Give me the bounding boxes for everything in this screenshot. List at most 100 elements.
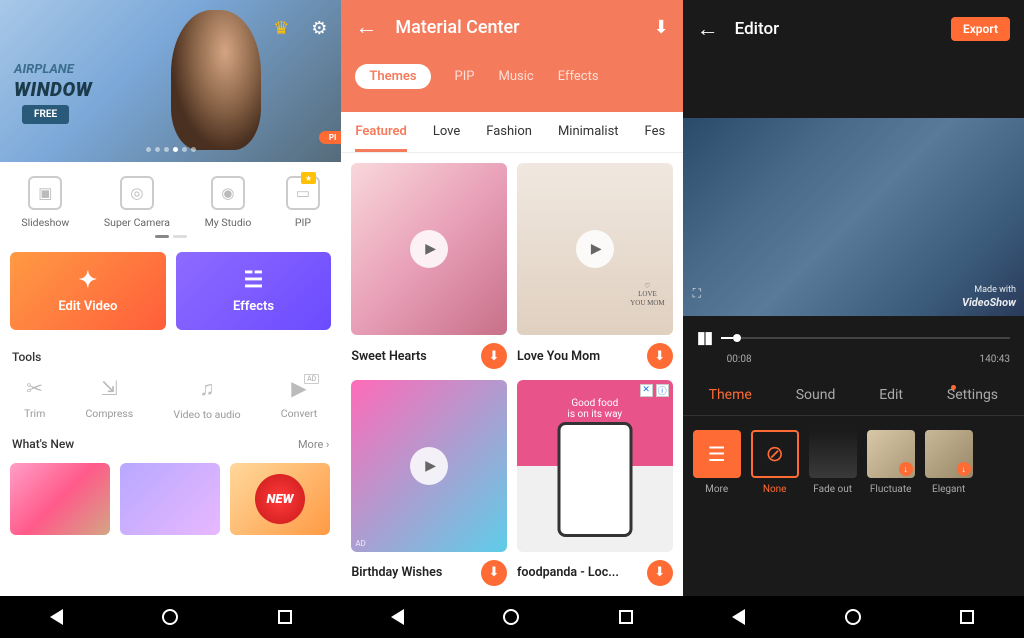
page-indicator bbox=[0, 235, 341, 246]
nav-recent-icon[interactable] bbox=[619, 610, 633, 624]
crown-icon[interactable]: ♛ bbox=[273, 18, 289, 39]
wand-icon: ✦ bbox=[79, 268, 97, 293]
theme-label: Fluctuate bbox=[870, 484, 912, 495]
ad-text: Good foodis on its way bbox=[517, 398, 673, 420]
subtab-fashion[interactable]: Fashion bbox=[486, 124, 532, 152]
nav-home-icon[interactable] bbox=[162, 609, 178, 625]
super-camera-button[interactable]: ◎ Super Camera bbox=[104, 176, 170, 229]
effects-icon: ☱ bbox=[244, 268, 264, 293]
ad-close-icons[interactable]: ✕ⓘ bbox=[640, 384, 669, 397]
download-button[interactable]: ⬇ bbox=[647, 343, 673, 369]
theme-label: Elegant bbox=[932, 484, 965, 495]
back-arrow-icon[interactable]: ← bbox=[355, 14, 377, 40]
card-name: Birthday Wishes bbox=[351, 565, 442, 580]
slideshow-icon: ▣ bbox=[28, 176, 62, 210]
edit-video-label: Edit Video bbox=[58, 299, 117, 314]
theme-fadeout-button[interactable]: Fade out bbox=[809, 430, 857, 495]
theme-card-birthday[interactable]: AD Birthday Wishes ⬇ bbox=[351, 380, 507, 587]
theme-label: None bbox=[763, 484, 787, 495]
theme-card-love-you-mom[interactable]: ♡LOVEYOU MOM Love You Mom ⬇ bbox=[517, 163, 673, 370]
hero-title-1: AIRPLANE bbox=[14, 62, 74, 77]
editor-tab-sound[interactable]: Sound bbox=[796, 387, 836, 403]
subtab-minimalist[interactable]: Minimalist bbox=[558, 124, 619, 152]
back-arrow-icon[interactable]: ← bbox=[697, 16, 719, 42]
android-navbar bbox=[0, 596, 341, 638]
camera-label: Super Camera bbox=[104, 216, 170, 229]
tab-themes[interactable]: Themes bbox=[355, 64, 430, 89]
nav-home-icon[interactable] bbox=[845, 609, 861, 625]
subtab-fes[interactable]: Fes bbox=[645, 124, 666, 152]
carousel-dots bbox=[146, 147, 196, 152]
more-link[interactable]: More › bbox=[298, 438, 329, 451]
editor-tab-theme[interactable]: Theme bbox=[709, 387, 752, 403]
nav-recent-icon[interactable] bbox=[278, 610, 292, 624]
time-current: 00:08 bbox=[727, 354, 752, 365]
export-button[interactable]: Export bbox=[951, 17, 1010, 41]
editor-tab-edit[interactable]: Edit bbox=[879, 387, 903, 403]
nav-recent-icon[interactable] bbox=[960, 610, 974, 624]
settings-icon[interactable]: ⚙ bbox=[311, 18, 327, 39]
download-button[interactable]: ⬇ bbox=[481, 560, 507, 586]
theme-label: Fade out bbox=[813, 484, 852, 495]
whats-new-card-1[interactable] bbox=[10, 463, 110, 535]
download-button[interactable]: ⬇ bbox=[481, 343, 507, 369]
timeline-scrubber[interactable] bbox=[721, 337, 1010, 339]
nav-back-icon[interactable] bbox=[732, 609, 745, 625]
pip-button[interactable]: ★ ▭ PIP bbox=[286, 176, 320, 229]
android-navbar bbox=[683, 596, 1024, 638]
notification-dot-icon bbox=[951, 385, 956, 390]
pip-label: PIP bbox=[295, 216, 311, 229]
play-icon[interactable] bbox=[410, 447, 448, 485]
slideshow-button[interactable]: ▣ Slideshow bbox=[21, 176, 69, 229]
download-overlay-icon: ↓ bbox=[899, 462, 913, 476]
nav-back-icon[interactable] bbox=[50, 609, 63, 625]
my-studio-button[interactable]: ◉ My Studio bbox=[205, 176, 252, 229]
play-icon[interactable] bbox=[576, 230, 614, 268]
effects-button[interactable]: ☱ Effects bbox=[176, 252, 332, 330]
subtab-featured[interactable]: Featured bbox=[355, 124, 407, 152]
nav-home-icon[interactable] bbox=[503, 609, 519, 625]
theme-label: More bbox=[705, 484, 728, 495]
theme-fluctuate-button[interactable]: ↓ Fluctuate bbox=[867, 430, 915, 495]
tab-pip[interactable]: PIP bbox=[455, 69, 475, 84]
nav-back-icon[interactable] bbox=[391, 609, 404, 625]
subtab-love[interactable]: Love bbox=[433, 124, 460, 152]
download-button[interactable]: ⬇ bbox=[647, 560, 673, 586]
theme-card-sweet-hearts[interactable]: Sweet Hearts ⬇ bbox=[351, 163, 507, 370]
tab-music[interactable]: Music bbox=[499, 69, 534, 84]
whats-new-card-2[interactable] bbox=[120, 463, 220, 535]
edit-video-button[interactable]: ✦ Edit Video bbox=[10, 252, 166, 330]
tab-effects[interactable]: Effects bbox=[558, 69, 599, 84]
theme-none-button[interactable]: ⊘ None bbox=[751, 430, 799, 495]
trim-button[interactable]: ✂ Trim bbox=[24, 376, 45, 421]
theme-thumb bbox=[809, 430, 857, 478]
compress-button[interactable]: ⇲ Compress bbox=[85, 376, 133, 421]
hero-banner[interactable]: AIRPLANE WINDOW FREE ♛ ⚙ PI bbox=[0, 0, 341, 162]
compress-label: Compress bbox=[85, 407, 133, 420]
ad-badge: AD bbox=[304, 374, 319, 384]
pause-button[interactable]: ▮▮ bbox=[697, 328, 712, 348]
convert-button[interactable]: AD ▶ Convert bbox=[281, 376, 317, 421]
theme-more-button[interactable]: ☰ More bbox=[693, 430, 741, 495]
pip-new-badge: PI bbox=[319, 131, 342, 144]
store-icon: ☰ bbox=[693, 430, 741, 478]
whats-new-card-3[interactable]: NEW bbox=[230, 463, 330, 535]
free-badge: FREE bbox=[22, 105, 69, 124]
trim-label: Trim bbox=[24, 407, 45, 420]
video-preview[interactable]: ⛶ Made with VideoShow bbox=[683, 118, 1024, 316]
effects-label: Effects bbox=[233, 299, 274, 314]
theme-thumb: ↓ bbox=[867, 430, 915, 478]
video-to-audio-button[interactable]: ♫ Video to audio bbox=[173, 376, 240, 421]
camera-icon: ◎ bbox=[120, 176, 154, 210]
download-all-icon[interactable]: ⬇ bbox=[654, 17, 669, 38]
play-icon[interactable] bbox=[410, 230, 448, 268]
star-badge-icon: ★ bbox=[301, 172, 316, 184]
new-badge: NEW bbox=[255, 474, 305, 524]
watermark: Made with VideoShow bbox=[962, 285, 1016, 310]
fullscreen-icon[interactable]: ⛶ bbox=[693, 286, 713, 306]
action-row: ▣ Slideshow ◎ Super Camera ◉ My Studio ★… bbox=[0, 162, 341, 235]
thumb-caption: ♡LOVEYOU MOM bbox=[630, 282, 664, 307]
hero-image bbox=[171, 10, 261, 150]
theme-elegant-button[interactable]: ↓ Elegant bbox=[925, 430, 973, 495]
theme-card-foodpanda[interactable]: ✕ⓘ Good foodis on its way foodpanda - Lo… bbox=[517, 380, 673, 587]
